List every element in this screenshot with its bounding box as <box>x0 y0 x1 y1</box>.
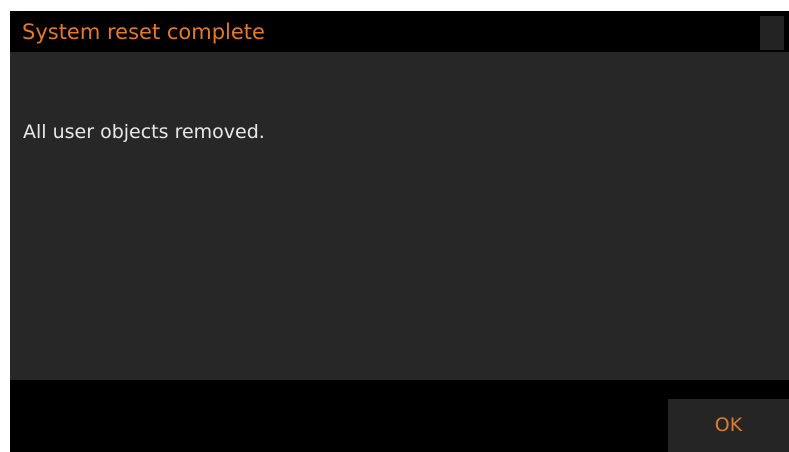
dialog-title-bar: System reset complete <box>10 11 789 51</box>
system-reset-dialog: System reset complete All user objects r… <box>10 11 789 452</box>
dialog-message: All user objects removed. <box>23 121 265 143</box>
dialog-content: All user objects removed. <box>10 52 789 380</box>
ok-button[interactable]: OK <box>668 399 789 452</box>
dialog-footer: OK <box>10 380 789 452</box>
title-bar-corner-box <box>760 16 784 50</box>
dialog-title: System reset complete <box>22 20 265 44</box>
